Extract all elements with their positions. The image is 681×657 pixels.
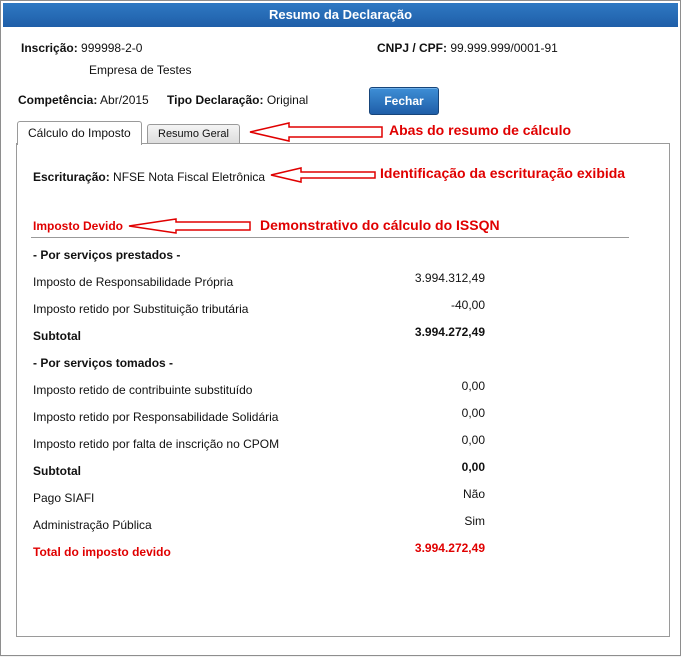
calculo-annotation-arrow-icon xyxy=(128,218,251,234)
escrituracao-annotation-arrow-icon xyxy=(270,167,376,183)
tab-calculo-imposto[interactable]: Cálculo do Imposto xyxy=(17,121,142,145)
escrituracao-annotation: Identificação da escrituração exibida xyxy=(380,165,626,181)
declaration-summary-dialog: Resumo da Declaração Inscrição: 999998-2… xyxy=(0,0,681,656)
calculo-annotation: Demonstrativo do cálculo do ISSQN xyxy=(260,217,500,233)
annotation-arrows xyxy=(128,122,383,234)
tabs-annotation: Abas do resumo de cálculo xyxy=(389,122,572,138)
tabs-annotation-arrow-icon xyxy=(249,122,383,142)
